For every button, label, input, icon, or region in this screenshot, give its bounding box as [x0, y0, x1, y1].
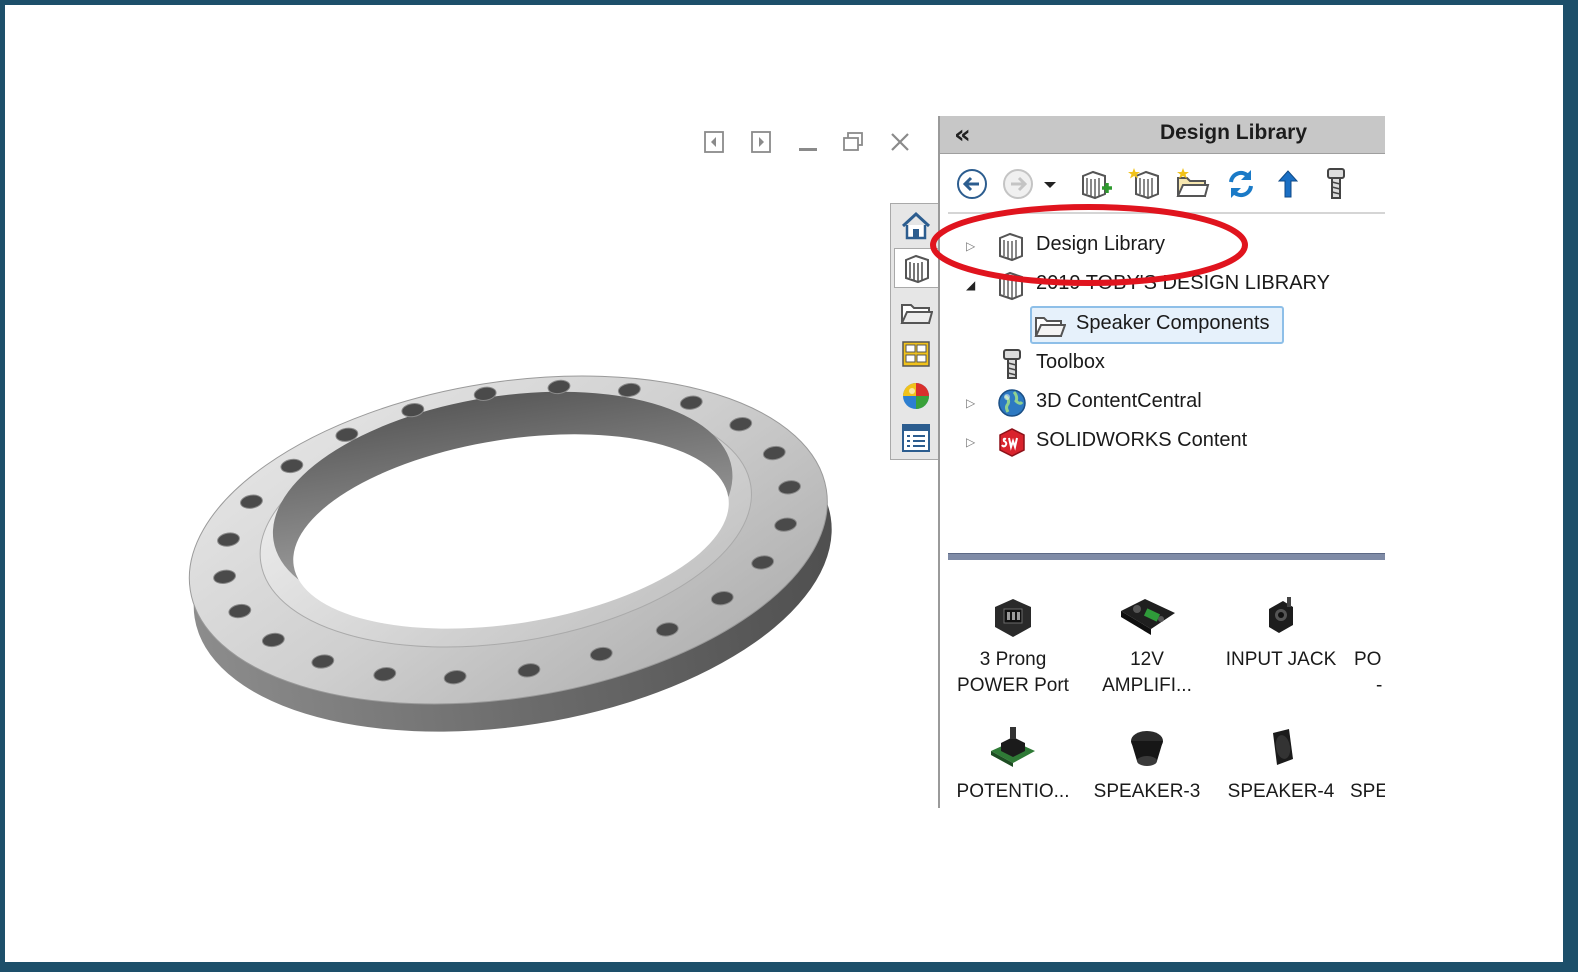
tree-item-solidworks-content[interactable]: ▷ SOLIDWORKS Content [940, 424, 1385, 460]
tree-item-label: 3D ContentCentral [1036, 390, 1202, 412]
amplifier-icon [1115, 589, 1179, 647]
expand-arrow-icon[interactable]: ▷ [966, 239, 980, 253]
gallery-item-potentiometer[interactable]: POTENTIO... [946, 721, 1080, 805]
potentiometer-icon [981, 721, 1045, 779]
design-library-toolbar [940, 160, 1385, 210]
component-gallery: 3 Prong POWER Port 12V AMPLIFI... INPUT … [940, 571, 1385, 808]
gallery-item-label: SPEAKER-4 [1227, 781, 1335, 802]
gallery-item-speaker-4[interactable]: SPEAKER-4 [1214, 721, 1348, 805]
tree-item-label: Design Library [1036, 233, 1165, 255]
gallery-item-label: SPE [1350, 781, 1385, 802]
tree-item-label: Speaker Components [1076, 312, 1270, 334]
gallery-item-input-jack[interactable]: INPUT JACK [1214, 589, 1348, 673]
tree-item-design-library[interactable]: ▷ Design Library [940, 228, 1385, 264]
gallery-item-label: - [1376, 675, 1383, 696]
speaker-icon [1115, 721, 1179, 779]
tree-item-label: 2019 TOBY'S DESIGN LIBRARY [1036, 272, 1330, 294]
folder-icon [1034, 309, 1067, 341]
gallery-item-speaker-3[interactable]: SPEAKER-3 [1080, 721, 1214, 805]
tree-item-toolbox[interactable]: Toolbox [940, 346, 1385, 382]
close-icon[interactable] [886, 128, 914, 156]
task-pane-tabs [890, 203, 939, 460]
toolbox-icon[interactable] [1316, 164, 1356, 204]
gallery-item-label: AMPLIFI... [1102, 675, 1192, 696]
view-palette-icon[interactable] [895, 334, 937, 374]
design-library-icon [996, 230, 1028, 262]
up-one-level-icon[interactable] [1268, 164, 1308, 204]
back-icon[interactable] [952, 164, 992, 204]
power-port-icon [981, 589, 1045, 647]
add-to-library-icon[interactable] [1076, 164, 1116, 204]
toolbox-icon [996, 348, 1028, 380]
speaker-icon [1249, 721, 1313, 779]
gallery-item-label: POTENTIO... [956, 781, 1070, 802]
create-new-folder-icon[interactable] [1172, 164, 1212, 204]
expand-arrow-icon[interactable]: ▷ [966, 435, 980, 449]
expand-arrow-icon[interactable]: ▷ [966, 396, 980, 410]
add-file-location-icon[interactable] [1126, 164, 1166, 204]
gallery-item-3-prong-power-port[interactable]: 3 Prong POWER Port [946, 589, 1080, 699]
dropdown-icon[interactable] [1040, 164, 1060, 204]
globe-icon [996, 387, 1028, 419]
toolbar-separator [948, 212, 1385, 214]
pane-splitter[interactable] [948, 553, 1385, 560]
minimize-icon[interactable] [794, 128, 822, 156]
tree-item-speaker-components[interactable]: Speaker Components [940, 307, 1385, 343]
restore-icon[interactable] [839, 128, 867, 156]
design-library-pane: « Design Library ▷ Design Library ◢ 2019… [938, 116, 1385, 808]
dock-right-icon[interactable] [747, 128, 775, 156]
gallery-item-label: 3 Prong [979, 649, 1047, 670]
tree-item-3d-contentcentral[interactable]: ▷ 3D ContentCentral [940, 385, 1385, 421]
tree-item-label: SOLIDWORKS Content [1036, 429, 1248, 451]
gallery-item-label: 12V [1130, 649, 1164, 670]
collapse-pane-button[interactable]: « [954, 120, 971, 150]
viewport-window-controls [700, 128, 915, 158]
custom-properties-icon[interactable] [895, 418, 937, 458]
file-explorer-icon[interactable] [895, 292, 937, 332]
gallery-item-label: INPUT JACK [1225, 649, 1337, 670]
pane-header: « Design Library [940, 116, 1385, 154]
appearances-icon[interactable] [895, 376, 937, 416]
gallery-item-12v-amplifier[interactable]: 12V AMPLIFI... [1080, 589, 1214, 699]
design-library-icon[interactable] [894, 248, 939, 288]
input-jack-icon [1249, 589, 1313, 647]
gallery-item-label: POWER Port [957, 675, 1069, 696]
tree-item-toby-design-library[interactable]: ◢ 2019 TOBY'S DESIGN LIBRARY [940, 267, 1385, 303]
dock-left-icon[interactable] [700, 128, 728, 156]
design-library-icon [996, 269, 1028, 301]
gallery-item-label: SPEAKER-3 [1093, 781, 1201, 802]
refresh-icon[interactable] [1221, 164, 1261, 204]
pane-title: Design Library [1159, 121, 1307, 144]
forward-icon[interactable] [998, 164, 1038, 204]
gallery-item-partial[interactable]: SPE [1344, 721, 1385, 805]
flange-3d-model[interactable] [168, 318, 848, 758]
solidworks-icon [996, 426, 1028, 458]
collapse-arrow-icon[interactable]: ◢ [966, 278, 980, 292]
home-icon[interactable] [895, 206, 937, 246]
tree-item-label: Toolbox [1036, 351, 1105, 373]
gallery-item-label: PO [1354, 649, 1382, 670]
gallery-item-partial[interactable]: PO - [1344, 589, 1385, 699]
